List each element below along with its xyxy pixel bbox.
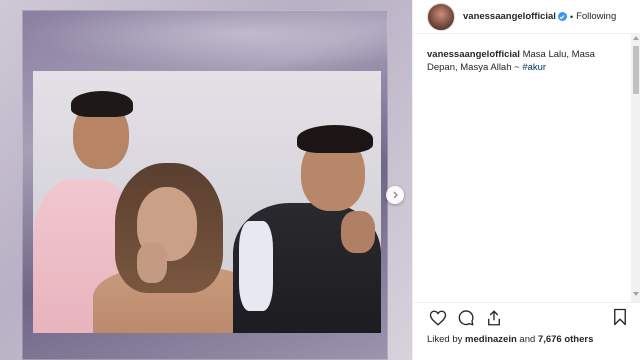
likes-user[interactable]: medinazein (465, 334, 517, 345)
following-button[interactable]: Following (576, 11, 616, 22)
caption-username[interactable]: vanessaangelofficial (427, 49, 520, 60)
post-sidebar: vanessaangelofficial • Following vanessa… (412, 0, 640, 360)
verified-badge-icon (557, 12, 567, 21)
scroll-down-arrow-icon[interactable] (633, 292, 639, 296)
likes-middle: and (516, 334, 538, 345)
save-button[interactable] (609, 306, 631, 328)
instagram-post: vanessaangelofficial • Following vanessa… (0, 0, 640, 360)
person-right-hair (297, 125, 373, 153)
bookmark-icon (614, 308, 626, 326)
likes-prefix: Liked by (427, 334, 466, 345)
scrollbar-thumb[interactable] (633, 46, 639, 94)
person-center-hand (137, 243, 167, 283)
action-bar (413, 302, 640, 332)
post-username[interactable]: vanessaangelofficial (463, 11, 556, 22)
share-button[interactable] (483, 307, 505, 329)
scroll-up-arrow-icon[interactable] (633, 36, 639, 40)
comment-button[interactable] (455, 307, 477, 329)
chevron-right-icon (393, 191, 398, 199)
comments-scrollbar[interactable] (631, 34, 640, 302)
post-header: vanessaangelofficial • Following (413, 0, 640, 34)
frame-highlight (22, 10, 388, 70)
heart-icon (429, 310, 447, 326)
avatar[interactable] (427, 2, 455, 31)
caption-hashtag[interactable]: #akur (522, 62, 546, 73)
like-button[interactable] (427, 307, 449, 329)
header-separator: • (569, 11, 574, 22)
post-media[interactable] (0, 0, 412, 360)
likes-summary: Liked by medinazein and 7,676 others (427, 334, 593, 345)
next-image-button[interactable] (386, 186, 404, 204)
person-right-hand (341, 211, 375, 253)
person-left-hair (71, 91, 133, 117)
person-right-sleeve (239, 221, 273, 311)
likes-count[interactable]: 7,676 others (538, 334, 593, 345)
post-caption: vanessaangelofficial Masa Lalu, Masa Dep… (427, 48, 617, 74)
comment-icon (458, 309, 474, 325)
post-photo (33, 71, 381, 333)
share-icon (488, 309, 500, 325)
